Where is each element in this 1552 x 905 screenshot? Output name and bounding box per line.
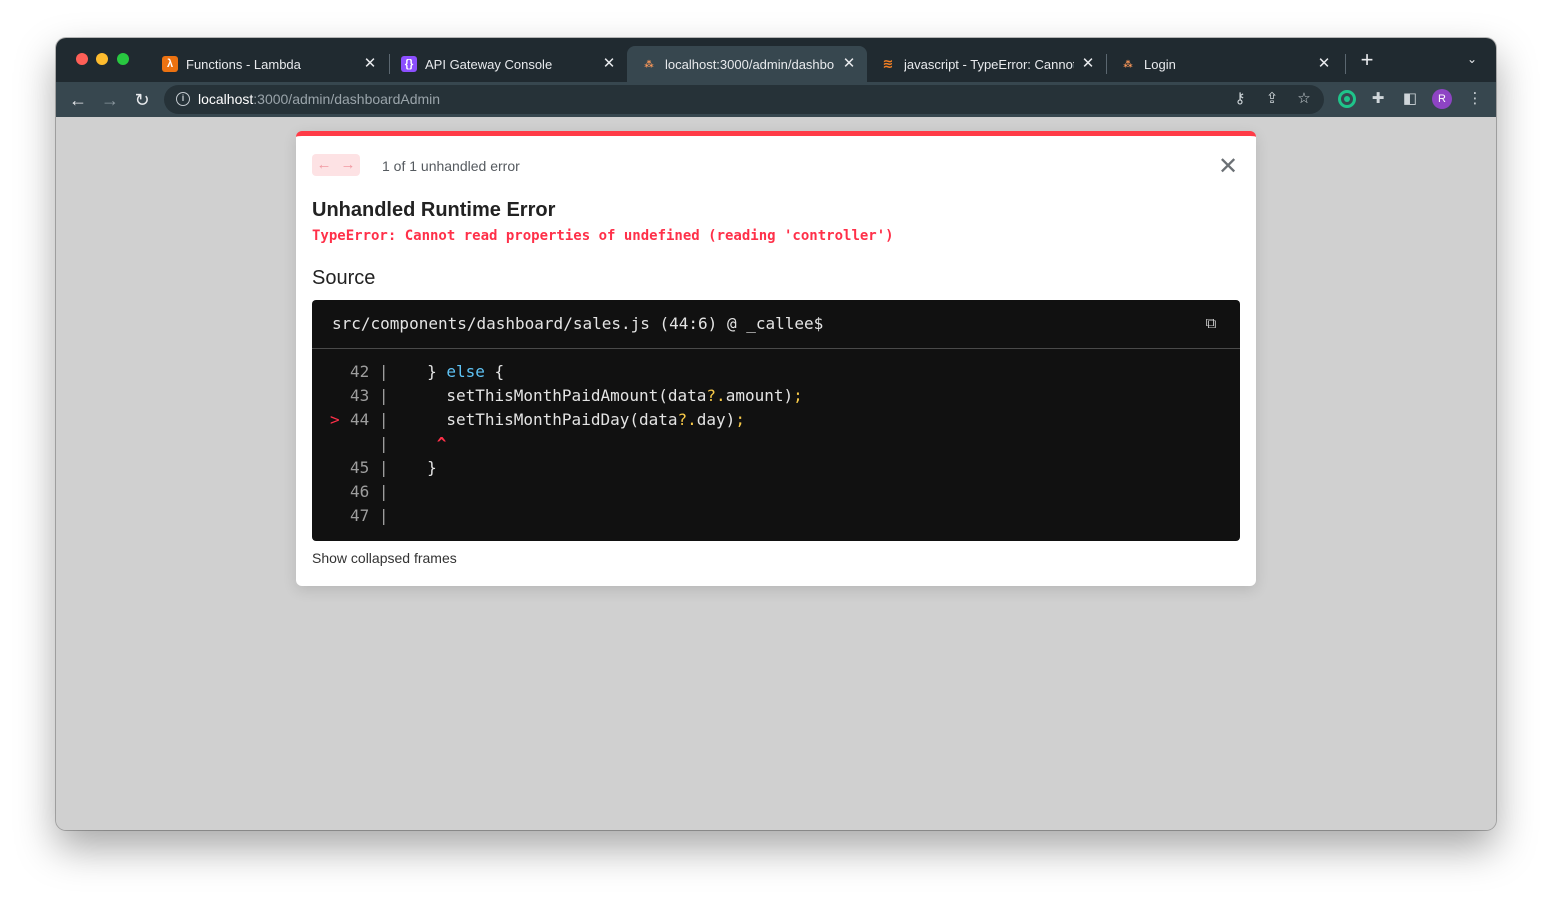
browser-toolbar: ← → ↻ i localhost:3000/admin/dashboardAd… <box>56 82 1496 117</box>
new-tab-button[interactable]: + <box>1356 49 1378 72</box>
line-number: 46 | <box>350 482 389 501</box>
url-path: :3000/admin/dashboardAdmin <box>253 91 441 107</box>
forward-button[interactable]: → <box>98 88 122 112</box>
error-overlay-dialog: ← → 1 of 1 unhandled error ✕ Unhandled R… <box>296 131 1256 586</box>
url-host: localhost <box>198 91 254 107</box>
code-line: | ^ <box>330 432 803 456</box>
source-code-frame: src/components/dashboard/sales.js (44:6)… <box>312 300 1240 541</box>
site-info-icon[interactable]: i <box>176 92 190 106</box>
previous-error-button[interactable]: ← <box>312 154 336 176</box>
code-text: } <box>388 458 437 477</box>
aws-lambda-icon: λ <box>162 56 178 72</box>
close-icon[interactable]: ✕ <box>841 56 857 72</box>
minimize-window-button[interactable] <box>96 53 108 65</box>
error-line-marker <box>330 432 350 456</box>
back-button[interactable]: ← <box>66 88 90 112</box>
tab-functions-lambda[interactable]: λ Functions - Lambda ✕ <box>148 46 388 82</box>
tab-title: Functions - Lambda <box>186 56 301 72</box>
share-icon[interactable]: ⇪ <box>1263 90 1281 108</box>
error-line-marker: > <box>330 410 340 429</box>
reload-button[interactable]: ↻ <box>130 88 154 112</box>
tab-title: javascript - TypeError: Cannot <box>904 56 1074 72</box>
close-window-button[interactable] <box>76 53 88 65</box>
line-number: 45 | <box>350 458 389 477</box>
site-logo-icon: ⁂ <box>644 58 654 69</box>
error-counter: 1 of 1 unhandled error <box>382 158 520 174</box>
error-line-marker <box>330 360 350 384</box>
line-number: | <box>350 434 389 453</box>
line-number: 43 | <box>350 386 389 405</box>
tab-divider <box>1345 54 1346 74</box>
code-text: } else { <box>388 362 505 381</box>
site-logo-icon: ⁂ <box>1123 58 1133 69</box>
close-icon[interactable]: ✕ <box>1080 56 1096 72</box>
code-divider <box>312 348 1240 349</box>
error-pager: ← → <box>312 154 360 176</box>
tab-search-chevron-icon[interactable]: ⌄ <box>1464 52 1480 68</box>
code-block: 42 | } else { 43 | setThisMonthPaidAmoun… <box>330 360 803 528</box>
tab-stackoverflow[interactable]: ≋ javascript - TypeError: Cannot ✕ <box>866 46 1106 82</box>
tab-localhost-dashboard[interactable]: ⁂ localhost:3000/admin/dashbo ✕ <box>627 46 867 82</box>
close-icon[interactable]: ✕ <box>1316 56 1332 72</box>
api-gateway-icon: {} <box>401 56 417 72</box>
line-number: 47 | <box>350 506 389 525</box>
close-icon[interactable]: ✕ <box>601 56 617 72</box>
profile-avatar[interactable]: R <box>1432 89 1452 109</box>
error-message: TypeError: Cannot read properties of und… <box>312 228 894 244</box>
tab-title: API Gateway Console <box>425 56 553 72</box>
tab-login[interactable]: ⁂ Login ✕ <box>1106 46 1342 82</box>
code-line: 47 | <box>330 504 803 528</box>
code-line: 46 | <box>330 480 803 504</box>
code-text: setThisMonthPaidAmount(data?.amount); <box>388 386 803 405</box>
tab-title: localhost:3000/admin/dashbo <box>665 56 835 72</box>
close-icon[interactable]: ✕ <box>362 56 378 72</box>
error-line-marker <box>330 456 350 480</box>
error-title: Unhandled Runtime Error <box>312 199 556 221</box>
code-text: setThisMonthPaidDay(data?.day); <box>388 410 745 429</box>
stackoverflow-icon: ≋ <box>882 56 894 71</box>
source-file-location[interactable]: src/components/dashboard/sales.js (44:6)… <box>332 314 823 333</box>
show-collapsed-frames-button[interactable]: Show collapsed frames <box>312 550 457 566</box>
code-line: 43 | setThisMonthPaidAmount(data?.amount… <box>330 384 803 408</box>
key-icon[interactable]: ⚷ <box>1231 90 1249 108</box>
browser-menu-icon[interactable]: ⋮ <box>1466 90 1484 108</box>
code-line: >44 | setThisMonthPaidDay(data?.day); <box>330 408 803 432</box>
bookmark-star-icon[interactable]: ☆ <box>1295 90 1313 108</box>
tab-strip: λ Functions - Lambda ✕ {} API Gateway Co… <box>56 38 1496 82</box>
code-text: ^ <box>436 434 447 453</box>
url-text[interactable]: localhost:3000/admin/dashboardAdmin <box>198 91 440 107</box>
line-number: 42 | <box>350 362 389 381</box>
code-line: 42 | } else { <box>330 360 803 384</box>
extensions-puzzle-icon[interactable]: ✚ <box>1369 90 1387 108</box>
code-line: 45 | } <box>330 456 803 480</box>
tab-title: Login <box>1144 56 1176 72</box>
extension-icon[interactable] <box>1338 90 1356 108</box>
error-line-marker <box>330 504 350 528</box>
side-panel-icon[interactable]: ◧ <box>1401 90 1419 108</box>
tab-api-gateway[interactable]: {} API Gateway Console ✕ <box>387 46 627 82</box>
error-line-marker <box>330 384 350 408</box>
line-number: 44 | <box>350 410 389 429</box>
browser-window: λ Functions - Lambda ✕ {} API Gateway Co… <box>56 38 1496 830</box>
source-heading: Source <box>312 267 376 289</box>
page-viewport: ← → 1 of 1 unhandled error ✕ Unhandled R… <box>56 117 1496 830</box>
error-line-marker <box>330 480 350 504</box>
next-error-button[interactable]: → <box>336 154 360 176</box>
close-icon[interactable]: ✕ <box>1216 155 1240 180</box>
address-bar[interactable]: i localhost:3000/admin/dashboardAdmin ⚷ … <box>164 85 1324 114</box>
open-in-editor-icon[interactable]: ⧉ <box>1202 315 1220 333</box>
zoom-window-button[interactable] <box>117 53 129 65</box>
